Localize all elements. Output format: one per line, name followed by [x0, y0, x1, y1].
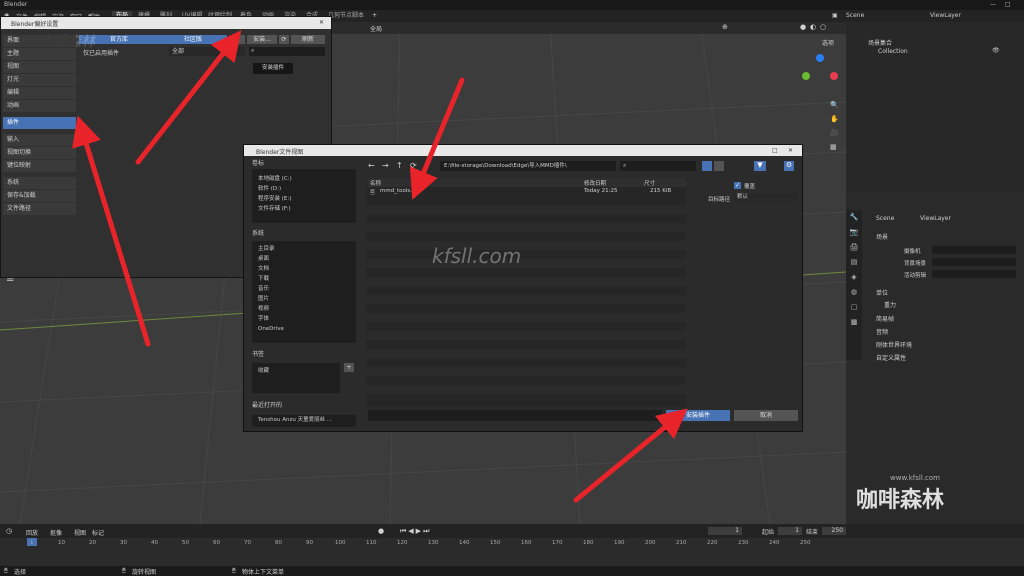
- arrow-install: [135, 30, 242, 165]
- arrow-zip: [409, 77, 465, 200]
- arrow-install-addon: [573, 408, 688, 503]
- annotation-arrows: [72, 30, 688, 503]
